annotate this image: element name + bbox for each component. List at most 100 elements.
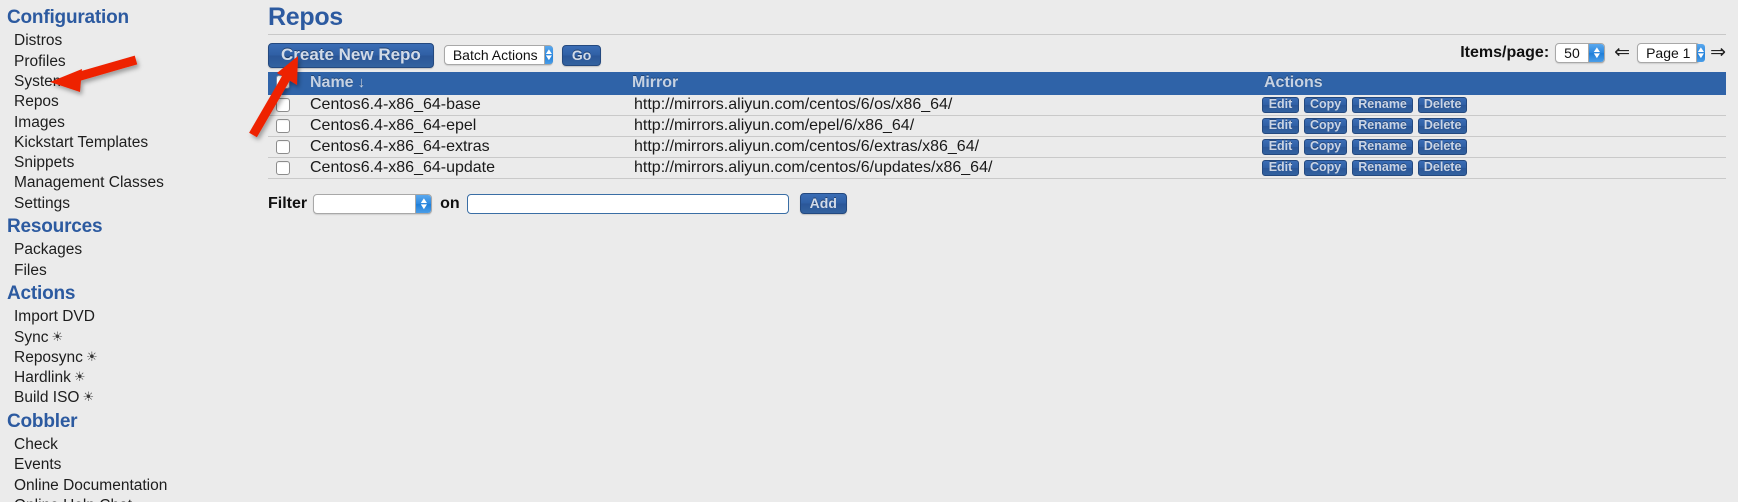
row-select-cell	[268, 116, 306, 137]
edit-button[interactable]: Edit	[1262, 118, 1299, 134]
copy-button[interactable]: Copy	[1304, 139, 1347, 155]
row-name-cell: Centos6.4-x86_64-epel	[306, 116, 632, 137]
table-row: Centos6.4-x86_64-base http://mirrors.ali…	[268, 95, 1726, 116]
previous-page-arrow-icon[interactable]: ⇐	[1614, 43, 1630, 62]
sidebar-item-snippets[interactable]: Snippets	[0, 153, 258, 173]
edit-button[interactable]: Edit	[1262, 97, 1299, 113]
row-select-cell	[268, 95, 306, 116]
sidebar-item-packages[interactable]: Packages	[0, 240, 258, 260]
sidebar-item-label: Management Classes	[14, 174, 164, 191]
row-checkbox[interactable]	[276, 161, 290, 175]
sun-gear-icon: ☀	[74, 369, 86, 384]
copy-button[interactable]: Copy	[1304, 160, 1347, 176]
sidebar-item-files[interactable]: Files	[0, 261, 258, 281]
sidebar-item-hardlink[interactable]: Hardlink☀	[0, 368, 258, 388]
delete-button[interactable]: Delete	[1418, 118, 1468, 134]
edit-button[interactable]: Edit	[1262, 139, 1299, 155]
sidebar-item-label: Events	[14, 456, 61, 473]
sun-gear-icon: ☀	[82, 389, 94, 404]
row-name-cell: Centos6.4-x86_64-update	[306, 158, 632, 179]
select-all-checkbox[interactable]	[276, 75, 290, 89]
next-page-arrow-icon[interactable]: ⇒	[1710, 43, 1726, 62]
copy-button[interactable]: Copy	[1304, 118, 1347, 134]
sidebar-item-profiles[interactable]: Profiles	[0, 52, 258, 72]
sidebar-item-online-documentation[interactable]: Online Documentation	[0, 476, 258, 496]
sidebar-item-import-dvd[interactable]: Import DVD	[0, 307, 258, 327]
sidebar-section-cobbler: Cobbler Check Events Online Documentatio…	[0, 409, 258, 502]
create-new-repo-button[interactable]: Create New Repo	[268, 43, 434, 68]
table-header-row: Name↓ Mirror Actions	[268, 72, 1726, 95]
column-header-mirror[interactable]: Mirror	[632, 72, 1262, 95]
row-actions-cell: Edit Copy Rename Delete	[1262, 116, 1726, 137]
sidebar-item-settings[interactable]: Settings	[0, 194, 258, 214]
sort-descending-icon: ↓	[358, 74, 366, 91]
select-all-header	[268, 72, 306, 95]
sidebar-item-management-classes[interactable]: Management Classes	[0, 173, 258, 193]
sidebar-item-sync[interactable]: Sync☀	[0, 328, 258, 348]
batch-actions-select[interactable]: Batch Actions ▲▼	[444, 45, 553, 65]
sidebar-item-events[interactable]: Events	[0, 455, 258, 475]
filter-bar: Filter ▲▼ on Add	[268, 193, 1726, 214]
sidebar-section-title-resources: Resources	[0, 214, 258, 240]
sidebar-item-label: Distros	[14, 32, 62, 49]
row-mirror-cell: http://mirrors.aliyun.com/centos/6/updat…	[632, 158, 1262, 179]
sidebar-list-actions: Import DVD Sync☀ Reposync☀ Hardlink☀ Bui…	[0, 307, 258, 408]
stepper-arrows-icon[interactable]: ▲▼	[544, 46, 553, 64]
page-select[interactable]: Page 1 ▲▼	[1637, 43, 1700, 63]
stepper-arrows-icon[interactable]: ▲▼	[1588, 44, 1604, 62]
sidebar-item-reposync[interactable]: Reposync☀	[0, 348, 258, 368]
sidebar-item-distros[interactable]: Distros	[0, 31, 258, 51]
sidebar-item-label: Files	[14, 262, 47, 279]
sidebar-item-online-help-chat[interactable]: Online Help Chat	[0, 496, 258, 502]
sidebar-item-label: Hardlink	[14, 369, 71, 386]
rename-button[interactable]: Rename	[1352, 160, 1413, 176]
sidebar-section-title-actions: Actions	[0, 281, 258, 307]
rename-button[interactable]: Rename	[1352, 118, 1413, 134]
delete-button[interactable]: Delete	[1418, 139, 1468, 155]
sidebar-section-title-configuration: Configuration	[0, 4, 258, 31]
sidebar-item-label: Reposync	[14, 349, 83, 366]
edit-button[interactable]: Edit	[1262, 160, 1299, 176]
sidebar-item-label: Build ISO	[14, 389, 79, 406]
sidebar-item-label: Check	[14, 436, 58, 453]
items-per-page-select[interactable]: 50 ▲▼	[1555, 43, 1605, 63]
sidebar-item-repos[interactable]: Repos	[0, 92, 258, 112]
sidebar-item-images[interactable]: Images	[0, 113, 258, 133]
delete-button[interactable]: Delete	[1418, 97, 1468, 113]
row-checkbox[interactable]	[276, 119, 290, 133]
repos-table-body: Centos6.4-x86_64-base http://mirrors.ali…	[268, 95, 1726, 179]
copy-button[interactable]: Copy	[1304, 97, 1347, 113]
toolbar: Create New Repo Batch Actions ▲▼ Go Item…	[268, 35, 1726, 71]
sidebar-item-label: Profiles	[14, 53, 66, 70]
sidebar-item-label: Import DVD	[14, 308, 95, 325]
sun-gear-icon: ☀	[51, 329, 63, 344]
page-select-value: Page 1	[1638, 44, 1696, 62]
row-action-buttons: Edit Copy Rename Delete	[1262, 138, 1726, 156]
sidebar-item-label: Snippets	[14, 154, 74, 171]
sidebar-item-kickstart-templates[interactable]: Kickstart Templates	[0, 133, 258, 153]
stepper-arrows-icon[interactable]: ▲▼	[1696, 44, 1705, 62]
stepper-arrows-icon[interactable]: ▲▼	[415, 195, 431, 213]
column-header-name[interactable]: Name↓	[306, 72, 632, 95]
column-header-actions: Actions	[1262, 72, 1726, 95]
sidebar-item-check[interactable]: Check	[0, 435, 258, 455]
repos-table: Name↓ Mirror Actions Centos6.4-x86_64-ba…	[268, 72, 1726, 179]
sidebar-item-build-iso[interactable]: Build ISO☀	[0, 388, 258, 408]
filter-value-input[interactable]	[467, 194, 789, 214]
rename-button[interactable]: Rename	[1352, 97, 1413, 113]
filter-field-select[interactable]: ▲▼	[313, 194, 432, 214]
main-content: Repos Create New Repo Batch Actions ▲▼ G…	[268, 0, 1726, 214]
row-checkbox[interactable]	[276, 98, 290, 112]
sidebar-item-label: Images	[14, 114, 65, 131]
add-filter-button[interactable]: Add	[800, 193, 847, 214]
rename-button[interactable]: Rename	[1352, 139, 1413, 155]
row-name-cell: Centos6.4-x86_64-base	[306, 95, 632, 116]
row-checkbox[interactable]	[276, 140, 290, 154]
row-action-buttons: Edit Copy Rename Delete	[1262, 96, 1726, 114]
sidebar-item-systems[interactable]: Systems	[0, 72, 258, 92]
table-row: Centos6.4-x86_64-update http://mirrors.a…	[268, 158, 1726, 179]
delete-button[interactable]: Delete	[1418, 160, 1468, 176]
go-button[interactable]: Go	[562, 45, 601, 66]
row-mirror-cell: http://mirrors.aliyun.com/epel/6/x86_64/	[632, 116, 1262, 137]
sidebar-section-configuration: Configuration Distros Profiles Systems R…	[0, 4, 258, 214]
